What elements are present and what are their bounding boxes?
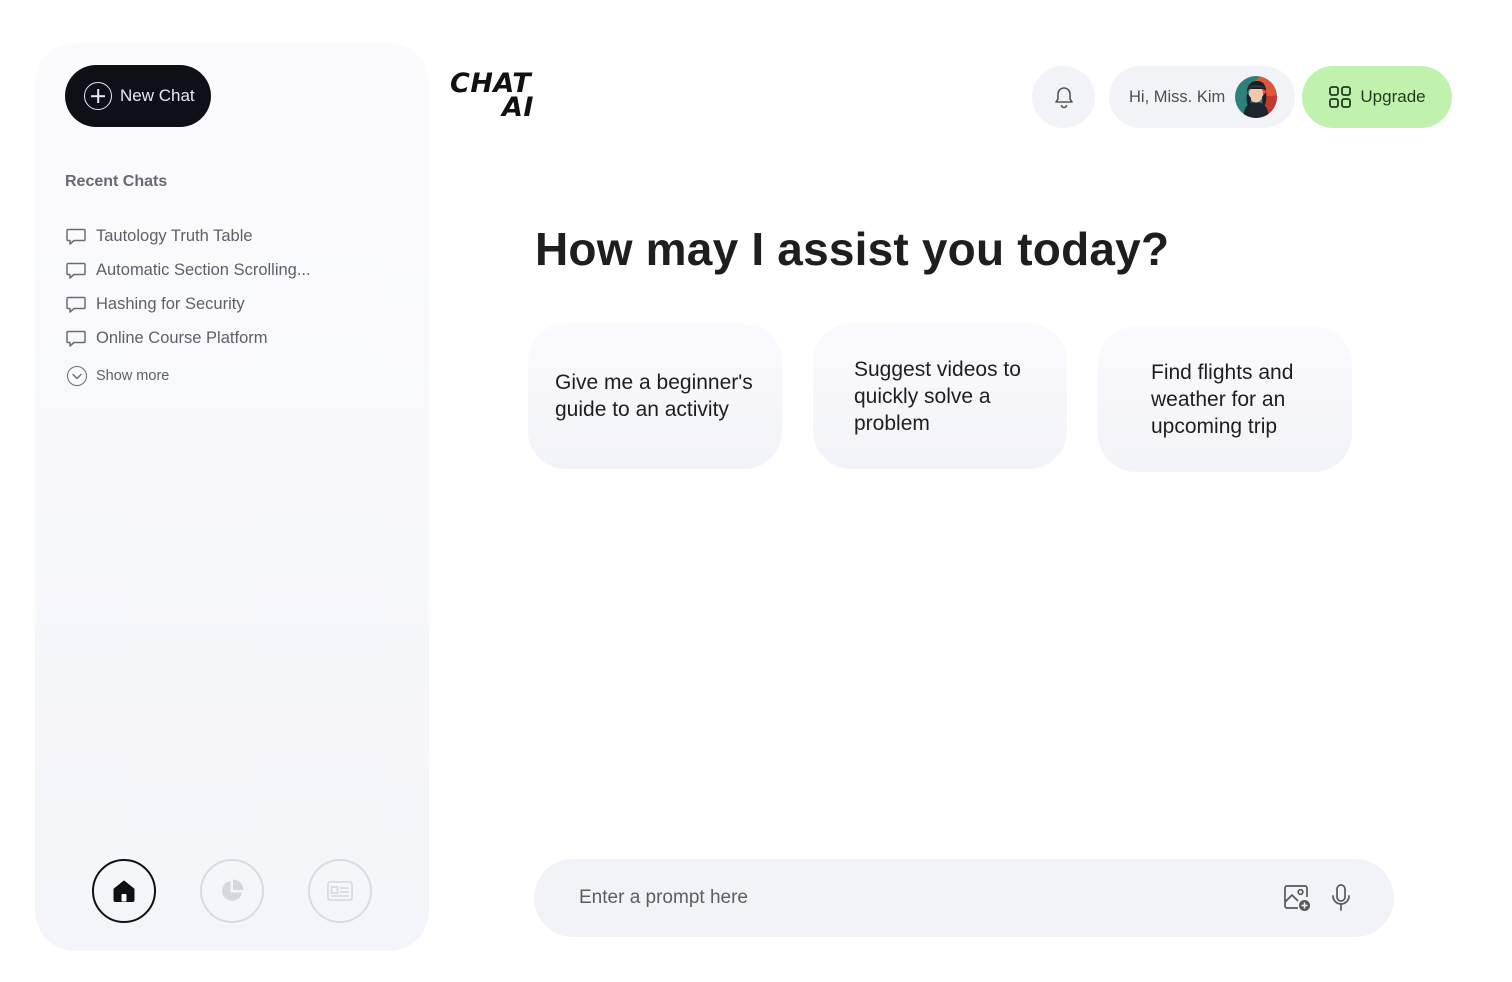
suggestion-text: Give me a beginner's guide to an activit… [555, 371, 753, 421]
microphone-icon [1332, 884, 1350, 911]
user-greeting: Hi, Miss. Kim [1129, 87, 1226, 106]
notifications-button[interactable] [1032, 66, 1095, 128]
suggestion-text: Suggest videos to quickly solve a proble… [854, 357, 1021, 435]
voice-input-button[interactable] [1330, 883, 1352, 913]
suggestion-card[interactable]: Suggest videos to quickly solve a proble… [813, 323, 1067, 469]
new-chat-button[interactable]: New Chat [65, 65, 211, 127]
suggestion-text: Find flights and weather for an upcoming… [1151, 360, 1294, 438]
page-title: How may I assist you today? [535, 223, 1170, 275]
logo-line-2: AI [502, 92, 534, 123]
home-icon [113, 880, 135, 902]
image-add-icon [1284, 885, 1310, 911]
recent-chat-label: Hashing for Security [96, 294, 245, 313]
chat-bubble-icon [66, 262, 86, 279]
recent-chats-list: Tautology Truth Table Automatic Section … [65, 219, 405, 393]
recent-chat-label: Tautology Truth Table [96, 226, 253, 245]
sidebar: New Chat Recent Chats Tautology Truth Ta… [35, 43, 429, 951]
app-logo[interactable]: CHAT AI [450, 70, 534, 123]
recent-chat-label: Online Course Platform [96, 328, 268, 347]
news-icon [327, 881, 353, 901]
chat-bubble-icon [66, 228, 86, 245]
recent-chat-item[interactable]: Tautology Truth Table [65, 219, 405, 253]
user-profile-chip[interactable]: Hi, Miss. Kim [1109, 66, 1295, 128]
recent-chat-item[interactable]: Hashing for Security [65, 287, 405, 321]
pie-chart-icon [222, 879, 244, 901]
show-more-button[interactable]: Show more [65, 359, 405, 393]
avatar [1235, 76, 1278, 118]
suggestion-card[interactable]: Find flights and weather for an upcoming… [1098, 326, 1352, 472]
recent-chat-item[interactable]: Automatic Section Scrolling... [65, 253, 405, 287]
bell-icon [1054, 87, 1073, 109]
chat-ai-app: New Chat Recent Chats Tautology Truth Ta… [0, 0, 1512, 982]
show-more-label: Show more [96, 368, 170, 384]
nav-home-button[interactable] [92, 859, 156, 923]
chat-bubble-icon [66, 330, 86, 347]
plus-circle-icon [84, 82, 112, 110]
recent-chats-heading: Recent Chats [65, 173, 168, 190]
nav-stats-button[interactable] [200, 859, 264, 923]
recent-chat-label: Automatic Section Scrolling... [96, 260, 311, 279]
bottom-nav [92, 859, 372, 923]
chevron-down-icon [67, 366, 87, 386]
grid-icon [1329, 86, 1352, 108]
prompt-bar [534, 859, 1394, 937]
nav-news-button[interactable] [308, 859, 372, 923]
new-chat-label: New Chat [120, 86, 195, 105]
chat-bubble-icon [66, 296, 86, 313]
upgrade-label: Upgrade [1360, 87, 1426, 106]
upgrade-button[interactable]: Upgrade [1302, 66, 1452, 128]
suggestion-card[interactable]: Give me a beginner's guide to an activit… [528, 323, 782, 469]
prompt-input[interactable] [579, 887, 1282, 909]
recent-chat-item[interactable]: Online Course Platform [65, 321, 405, 355]
add-image-button[interactable] [1282, 883, 1312, 913]
